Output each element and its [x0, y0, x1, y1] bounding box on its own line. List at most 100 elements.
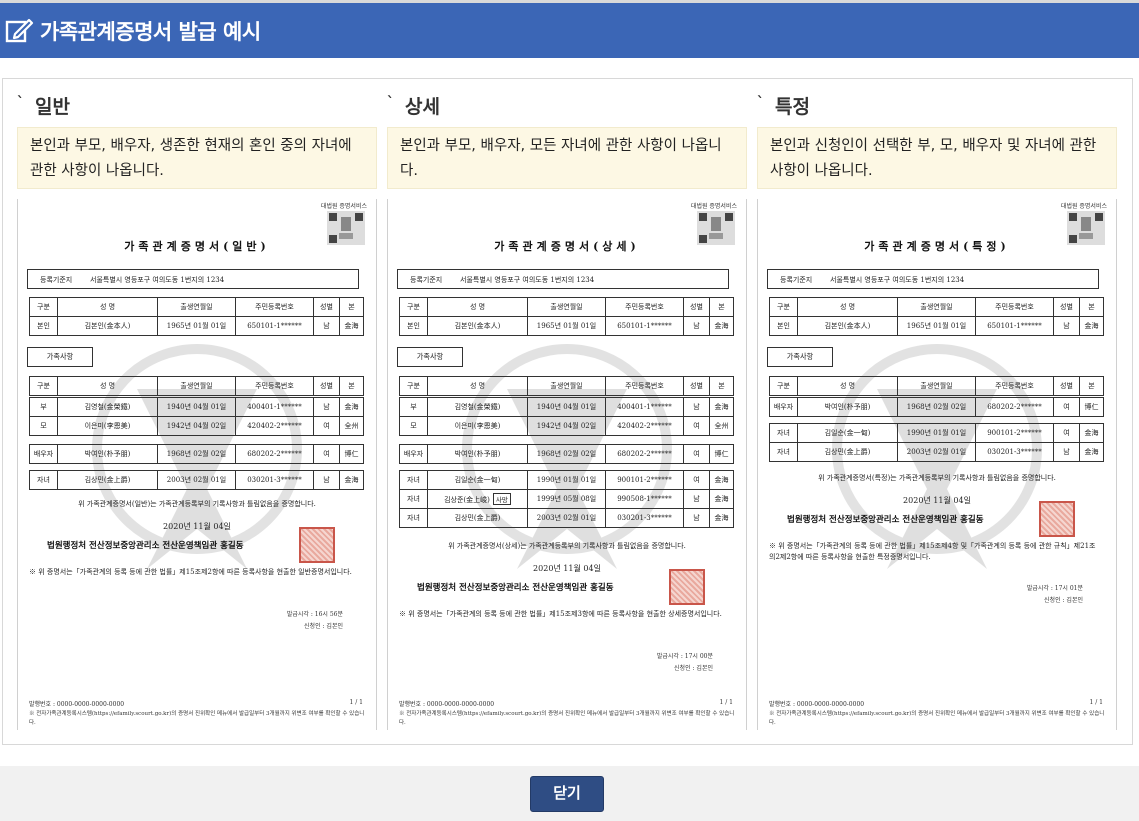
- cell-text: 본: [718, 303, 725, 311]
- cell-text: 여: [693, 476, 700, 484]
- issue-number: 발행번호 : 0000-0000-0000-0000: [769, 701, 865, 708]
- table-cell: 여: [1053, 397, 1080, 417]
- cell-text: 자녀: [777, 429, 790, 437]
- issuer-name: 법원행정처 전산정보중앙관리소 전산운영책임관 홍길동: [47, 541, 244, 551]
- cell-text: 030201-3******: [987, 448, 1042, 456]
- table-header-cell: 성별: [313, 376, 340, 396]
- self-table: 구분 성 명 출생연월일 주민등록번호 성별 본 본인 김본인(金本人) 1965년 01월 0…: [399, 297, 734, 336]
- table-row: 배우자 박여인(朴予朋) 1968년 02월 02일 680202-2****** 여 博…: [399, 444, 734, 464]
- table-cell: 여: [313, 416, 340, 436]
- table-cell: 배우자: [29, 444, 58, 464]
- cell-text: 박여인(朴予朋): [84, 450, 131, 458]
- cell-text: 이은미(李恩美): [454, 422, 501, 430]
- cell-text: 博仁: [344, 450, 359, 458]
- cell-text: 650101-1******: [987, 322, 1042, 330]
- cell-text: 650101-1******: [617, 322, 672, 330]
- table-cell: 자녀: [29, 470, 58, 490]
- table-cell: 김본인(金本人): [797, 316, 898, 336]
- cell-text: 여: [693, 422, 700, 430]
- cell-text: 金海: [1084, 448, 1099, 456]
- table-cell: 박여인(朴予朋): [427, 444, 528, 464]
- table-cell: 金海: [1079, 423, 1104, 443]
- issue-time: 발급시각 : 17시 01분: [1026, 585, 1083, 592]
- cell-text: 남: [693, 322, 700, 330]
- table-cell: 남: [313, 470, 340, 490]
- cell-text: 1999년 05월 08일: [536, 495, 597, 503]
- table-cell: 650101-1******: [975, 316, 1054, 336]
- cell-text: 여: [323, 422, 330, 430]
- official-seal: [1039, 501, 1075, 537]
- cell-text: 여: [1063, 429, 1070, 437]
- issue-number: 발행번호 : 0000-0000-0000-0000: [29, 701, 125, 708]
- cell-text: 030201-3******: [617, 514, 672, 522]
- table-cell: 김상민(金上爵): [427, 508, 528, 528]
- cell-text: 여: [693, 450, 700, 458]
- table-header-cell: 출생연월일: [897, 376, 976, 396]
- table-cell: 남: [683, 397, 710, 417]
- registration-base-value: 서울특별시 영등포구 여의도동 1번지의 1234: [830, 276, 965, 284]
- cell-text: 자녀: [407, 495, 420, 503]
- page-edge-left: [757, 199, 758, 730]
- cell-text: 김일순(金一甸): [454, 476, 501, 484]
- registration-base-value: 서울특별시 영등포구 여의도동 1번지의 1234: [460, 276, 595, 284]
- applicant: 신청인 : 김본인: [1044, 597, 1083, 604]
- column-description: 본인과 부모, 배우자, 생존한 현재의 혼인 중의 자녀에 관한 사항이 나옵…: [17, 127, 377, 189]
- column-title: ˋ 상세: [387, 95, 440, 118]
- verification-footnote: ※ 전자가족관계등록시스템(https://efamily.scourt.go.…: [769, 711, 1105, 726]
- cell-text: 남: [693, 514, 700, 522]
- cell-text: 900101-2******: [987, 429, 1042, 437]
- table-cell: 성 명: [57, 297, 158, 317]
- table-cell: 博仁: [1079, 397, 1104, 417]
- cell-text: 김본인(金本人): [454, 322, 501, 330]
- table-cell: 자녀: [399, 470, 428, 490]
- table-cell: 김본인(金本人): [427, 316, 528, 336]
- cell-text: 배우자: [403, 450, 424, 458]
- table-cell: 990508-1******: [605, 489, 684, 509]
- cell-text: 1942년 04월 02일: [536, 422, 597, 430]
- table-row: 자녀 김일순(金一甸) 1990년 01월 01일 900101-2****** 여 金海: [399, 470, 734, 490]
- table-cell: 여: [313, 444, 340, 464]
- cell-text: 1990년 01월 01일: [536, 476, 597, 484]
- table-row: 부 김영철(金榮鐵) 1940년 04월 01일 400401-1****** 남 金海: [399, 397, 734, 417]
- table-cell: 이은미(李恩美): [427, 416, 528, 436]
- family-section-label: 가족사항: [767, 347, 833, 367]
- table-cell: 900101-2******: [975, 423, 1054, 443]
- cell-text: 金海: [344, 403, 359, 411]
- table-cell: 박여인(朴予朋): [57, 444, 158, 464]
- issue-time: 발급시각 : 17시 00분: [656, 653, 713, 660]
- certificate-preview-detailed: 대법원 증명서비스 가족관계증명서(상세) 등록기준지 서울특별시 영등포구 여의도동…: [387, 199, 747, 730]
- issue-number: 발행번호 : 0000-0000-0000-0000: [399, 701, 495, 708]
- cell-text: 김상민(金上爵): [824, 448, 871, 456]
- cell-text: 1965년 01월 01일: [906, 322, 967, 330]
- cell-text: 김본인(金本人): [84, 322, 131, 330]
- cell-text: 1968년 02월 02일: [536, 450, 597, 458]
- table-cell: 이은미(李恩美): [57, 416, 158, 436]
- table-cell: 배우자: [769, 397, 798, 417]
- cell-text: 全州: [714, 422, 729, 430]
- cell-text: 배우자: [33, 450, 54, 458]
- cell-text: 본: [1088, 303, 1095, 311]
- table-row: 부 김영철(金榮鐵) 1940년 04월 01일 400401-1****** 남 金海: [29, 397, 364, 417]
- table-cell: 김본인(金本人): [57, 316, 158, 336]
- table-cell: 金海: [709, 316, 734, 336]
- cell-text: 金海: [714, 514, 729, 522]
- table-cell: 모: [399, 416, 428, 436]
- table-cell: 400401-1******: [235, 397, 314, 417]
- cell-text: 全州: [344, 422, 359, 430]
- table-row: 본인 김본인(金本人) 1965년 01월 01일 650101-1****** 남 金海: [769, 316, 1104, 336]
- table-header-cell: 본: [709, 376, 734, 396]
- table-cell: 부: [29, 397, 58, 417]
- issuer-name: 법원행정처 전산정보중앙관리소 전산운영책임관 홍길동: [787, 515, 984, 525]
- close-button[interactable]: 닫기: [530, 776, 604, 812]
- table-cell: 여: [683, 470, 710, 490]
- table-cell: 김영철(金榮鐵): [427, 397, 528, 417]
- cell-text: 1965년 01월 01일: [536, 322, 597, 330]
- table-cell: 성 명: [427, 297, 528, 317]
- table-cell: 金海: [709, 397, 734, 417]
- cell-text: 1968년 02월 02일: [906, 403, 967, 411]
- registration-base-label: 등록기준지: [40, 276, 73, 284]
- table-cell: 680202-2******: [605, 444, 684, 464]
- table-cell: 자녀: [769, 442, 798, 462]
- cell-text: 金海: [1084, 429, 1099, 437]
- table-cell: 자녀: [399, 489, 428, 509]
